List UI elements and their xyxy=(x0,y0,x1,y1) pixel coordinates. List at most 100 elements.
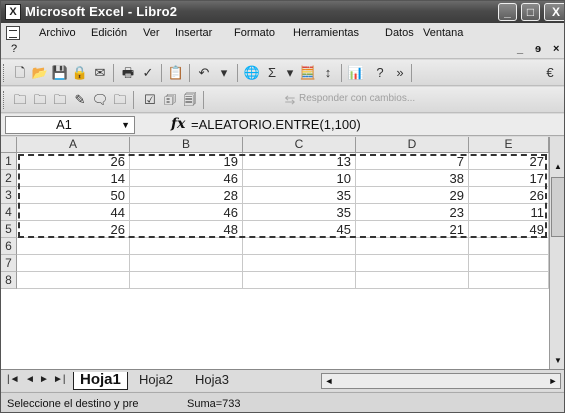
mdi-close-button[interactable]: × xyxy=(553,43,559,55)
spreadsheet-grid[interactable]: A B C D E 1 26 19 13 7 27 2 14 46 10 38 17 3 50 28 35 29 26 4 44… xyxy=(1,137,549,369)
save-icon[interactable]: 💾 xyxy=(51,64,69,82)
excel-app-icon[interactable]: X xyxy=(5,4,21,20)
sort-ascending-icon[interactable]: ↕ xyxy=(319,64,337,82)
menu-ventana[interactable]: Ventana xyxy=(423,27,463,39)
column-header-d[interactable]: D xyxy=(356,137,469,153)
cell-d8[interactable] xyxy=(356,272,469,289)
undo-icon[interactable]: ↶ xyxy=(195,64,213,82)
prev-sheet-icon[interactable]: ◄ xyxy=(25,374,35,385)
cell-b1[interactable]: 19 xyxy=(130,153,243,170)
insert-function-button[interactable]: fx xyxy=(171,116,185,132)
select-all-corner[interactable] xyxy=(1,137,17,153)
minimize-button[interactable]: _ xyxy=(498,3,517,21)
title-bar[interactable]: X Microsoft Excel - Libro2 _ □ X xyxy=(1,1,564,23)
cell-a8[interactable] xyxy=(17,272,130,289)
column-header-b[interactable]: B xyxy=(130,137,243,153)
cell-b3[interactable]: 28 xyxy=(130,187,243,204)
euro-currency-icon[interactable]: € xyxy=(541,64,559,82)
first-sheet-icon[interactable]: |◄ xyxy=(7,374,20,385)
cell-d3[interactable]: 29 xyxy=(356,187,469,204)
cell-c1[interactable]: 13 xyxy=(243,153,356,170)
cell-e2[interactable]: 17 xyxy=(469,170,549,187)
vertical-scrollbar[interactable]: ▲ ▼ xyxy=(549,137,564,369)
sheet-tab-hoja2[interactable]: Hoja2 xyxy=(133,372,179,390)
hyperlink-icon[interactable]: 🌐 xyxy=(243,64,261,82)
paste-icon[interactable]: 📋 xyxy=(167,64,185,82)
open-folder-icon[interactable]: 📂 xyxy=(31,64,49,82)
cell-a4[interactable]: 44 xyxy=(17,204,130,221)
cell-d7[interactable] xyxy=(356,255,469,272)
cell-b6[interactable] xyxy=(130,238,243,255)
cell-a5[interactable]: 26 xyxy=(17,221,130,238)
menu-herramientas[interactable]: Herramientas xyxy=(293,27,359,39)
toolbar-grip[interactable] xyxy=(3,91,6,109)
new-document-icon[interactable]: 🗋 xyxy=(11,64,29,82)
close-button[interactable]: X xyxy=(544,3,564,21)
share-workbook-icon[interactable]: 🗐 xyxy=(181,91,199,109)
cell-d1[interactable]: 7 xyxy=(356,153,469,170)
cell-c7[interactable] xyxy=(243,255,356,272)
chart-wizard-icon[interactable]: 📊 xyxy=(347,64,365,82)
maximize-button[interactable]: □ xyxy=(521,3,540,21)
column-header-a[interactable]: A xyxy=(17,137,130,153)
cell-a7[interactable] xyxy=(17,255,130,272)
cell-e6[interactable] xyxy=(469,238,549,255)
menu-formato[interactable]: Formato xyxy=(234,27,275,39)
cell-c5[interactable]: 45 xyxy=(243,221,356,238)
help-icon[interactable]: ? xyxy=(371,64,389,82)
folder-icon[interactable]: 🗀 xyxy=(11,91,29,109)
cell-b7[interactable] xyxy=(130,255,243,272)
permission-icon[interactable]: 🔒 xyxy=(71,64,89,82)
row-header-8[interactable]: 8 xyxy=(1,272,17,289)
cell-e1[interactable]: 27 xyxy=(469,153,549,170)
cell-a2[interactable]: 14 xyxy=(17,170,130,187)
cell-d2[interactable]: 38 xyxy=(356,170,469,187)
menu-archivo[interactable]: Archivo xyxy=(39,27,76,39)
cell-d6[interactable] xyxy=(356,238,469,255)
comment-icon[interactable]: 🗨 xyxy=(91,91,109,109)
menu-ver[interactable]: Ver xyxy=(143,27,160,39)
menu-help[interactable]: ? xyxy=(11,43,17,55)
cell-c2[interactable]: 10 xyxy=(243,170,356,187)
sheet-tab-hoja3[interactable]: Hoja3 xyxy=(189,372,235,390)
column-header-c[interactable]: C xyxy=(243,137,356,153)
autosum-dropdown-icon[interactable]: ▾ xyxy=(281,64,299,82)
horizontal-scrollbar[interactable]: ◄ ► xyxy=(321,373,561,389)
insert-function-icon[interactable]: 🧮 xyxy=(299,64,317,82)
row-header-6[interactable]: 6 xyxy=(1,238,17,255)
folder-icon[interactable]: 🗀 xyxy=(31,91,49,109)
undo-dropdown-icon[interactable]: ▾ xyxy=(215,64,233,82)
document-icon[interactable] xyxy=(6,26,20,40)
delete-comment-icon[interactable]: 🗀 xyxy=(111,91,129,109)
sheet-tab-hoja1[interactable]: Hoja1 xyxy=(73,372,128,390)
formula-input[interactable]: =ALEATORIO.ENTRE(1,100) xyxy=(191,117,361,132)
column-header-e[interactable]: E xyxy=(469,137,549,153)
last-sheet-icon[interactable]: ►| xyxy=(53,374,66,385)
scroll-thumb[interactable] xyxy=(551,177,564,237)
menu-datos[interactable]: Datos xyxy=(385,27,414,39)
scroll-left-icon[interactable]: ◄ xyxy=(322,374,336,388)
cell-a1[interactable]: 26 xyxy=(17,153,130,170)
name-box[interactable]: A1 ▼ xyxy=(5,116,135,134)
print-icon[interactable]: 🖶 xyxy=(119,64,137,82)
cell-d4[interactable]: 23 xyxy=(356,204,469,221)
cell-a6[interactable] xyxy=(17,238,130,255)
scroll-down-icon[interactable]: ▼ xyxy=(551,353,564,369)
cell-e5[interactable]: 49 xyxy=(469,221,549,238)
cell-c6[interactable] xyxy=(243,238,356,255)
track-changes-icon[interactable]: 🗊 xyxy=(161,91,179,109)
cell-b4[interactable]: 46 xyxy=(130,204,243,221)
cell-a3[interactable]: 50 xyxy=(17,187,130,204)
row-header-3[interactable]: 3 xyxy=(1,187,17,204)
row-header-1[interactable]: 1 xyxy=(1,153,17,170)
cell-c8[interactable] xyxy=(243,272,356,289)
menu-edicion[interactable]: Edición xyxy=(91,27,127,39)
cell-e7[interactable] xyxy=(469,255,549,272)
toolbar-options-icon[interactable]: » xyxy=(391,64,409,82)
cell-e8[interactable] xyxy=(469,272,549,289)
cell-c4[interactable]: 35 xyxy=(243,204,356,221)
cell-e3[interactable]: 26 xyxy=(469,187,549,204)
cell-e4[interactable]: 11 xyxy=(469,204,549,221)
menu-insertar[interactable]: Insertar xyxy=(175,27,212,39)
cell-b2[interactable]: 46 xyxy=(130,170,243,187)
